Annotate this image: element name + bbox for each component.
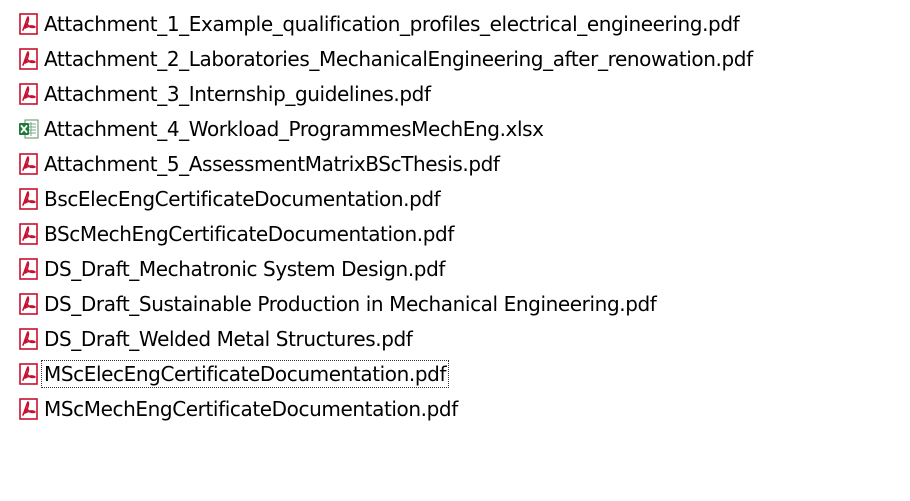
file-name: Attachment_4_Workload_ProgrammesMechEng.… [44,116,544,141]
file-item[interactable]: BscElecEngCertificateDocumentation.pdf [0,181,910,216]
excel-icon [18,118,40,140]
file-name: Attachment_1_Example_qualification_profi… [44,11,740,36]
pdf-icon [18,397,40,420]
file-name: DS_Draft_Mechatronic System Design.pdf [44,256,446,281]
file-item[interactable]: Attachment_2_Laboratories_MechanicalEngi… [0,41,910,76]
file-item[interactable]: Attachment_3_Internship_guidelines.pdf [0,76,910,111]
pdf-icon [18,187,40,210]
pdf-icon [18,12,40,35]
file-name: MScElecEngCertificateDocumentation.pdf [41,359,450,388]
file-item-focused[interactable]: MScElecEngCertificateDocumentation.pdf [0,356,910,391]
file-item[interactable]: MScMechEngCertificateDocumentation.pdf [0,391,910,426]
pdf-icon [18,82,40,105]
pdf-icon [18,47,40,70]
file-list: Attachment_1_Example_qualification_profi… [0,0,910,501]
file-item[interactable]: DS_Draft_Welded Metal Structures.pdf [0,321,910,356]
pdf-icon [18,292,40,315]
pdf-icon [18,257,40,280]
file-name: Attachment_2_Laboratories_MechanicalEngi… [44,46,753,71]
file-item[interactable]: Attachment_1_Example_qualification_profi… [0,6,910,41]
file-item[interactable]: DS_Draft_Sustainable Production in Mecha… [0,286,910,321]
file-name: DS_Draft_Sustainable Production in Mecha… [44,291,657,316]
pdf-icon [18,222,40,245]
file-name: MScMechEngCertificateDocumentation.pdf [44,396,458,421]
file-name: DS_Draft_Welded Metal Structures.pdf [44,326,413,351]
file-item[interactable]: DS_Draft_Mechatronic System Design.pdf [0,251,910,286]
file-name: Attachment_5_AssessmentMatrixBScThesis.p… [44,151,500,176]
file-item[interactable]: Attachment_5_AssessmentMatrixBScThesis.p… [0,146,910,181]
file-name: BscElecEngCertificateDocumentation.pdf [44,186,441,211]
pdf-icon [18,152,40,175]
pdf-icon [18,327,40,350]
file-item[interactable]: BScMechEngCertificateDocumentation.pdf [0,216,910,251]
pdf-icon [18,362,40,385]
file-name: Attachment_3_Internship_guidelines.pdf [44,81,431,106]
file-item[interactable]: Attachment_4_Workload_ProgrammesMechEng.… [0,111,910,146]
file-name: BScMechEngCertificateDocumentation.pdf [44,221,454,246]
